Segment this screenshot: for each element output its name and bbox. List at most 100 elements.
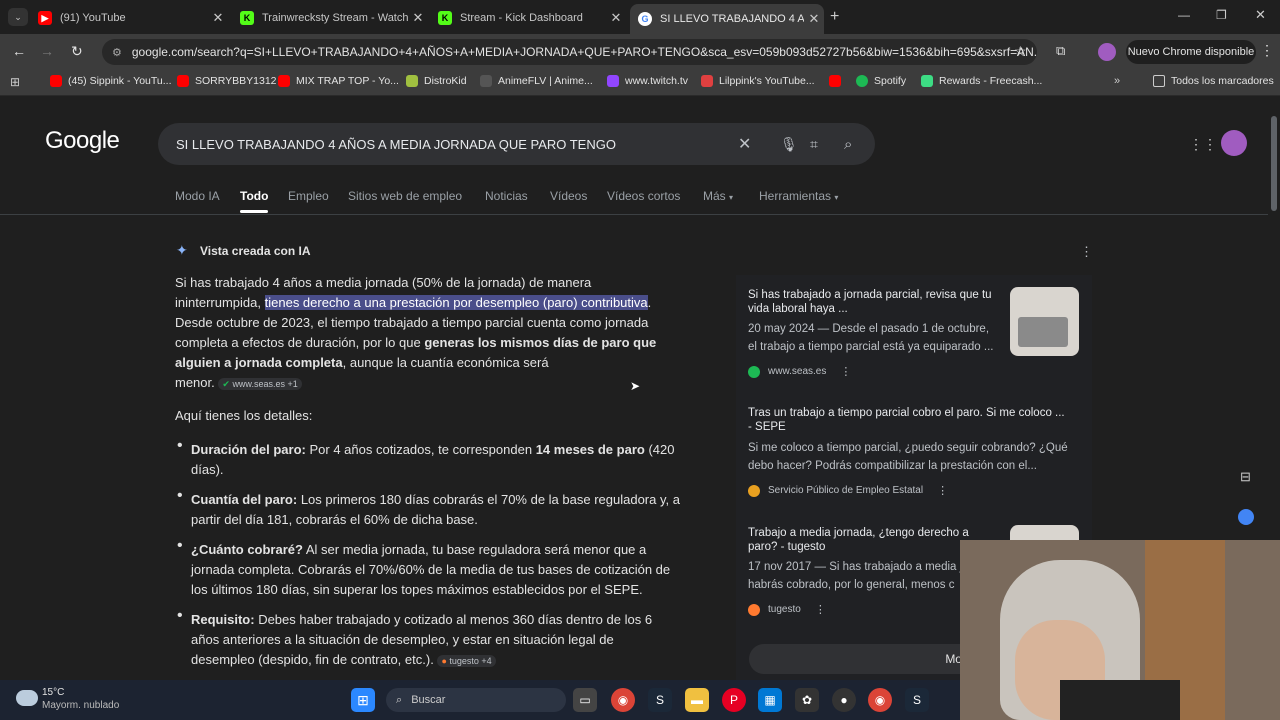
- steam-icon[interactable]: S: [648, 688, 672, 712]
- search-icon[interactable]: ⌕: [844, 136, 852, 153]
- bookmark-label: Rewards - Freecash...: [939, 75, 1043, 87]
- youtube-icon: [50, 75, 62, 87]
- tab-mas[interactable]: Más ▾: [703, 189, 733, 203]
- side-panel-icon[interactable]: ⊟: [1240, 469, 1251, 485]
- apps-icon[interactable]: ⊞: [10, 75, 20, 89]
- check-icon: ✔: [222, 379, 230, 389]
- tab-trainwrecks[interactable]: K Trainwrecksty Stream - Watch Li ✕: [232, 4, 428, 32]
- file-explorer-icon[interactable]: ▬: [685, 688, 709, 712]
- source-chip[interactable]: ● tugesto +4: [437, 655, 496, 667]
- bookmark-item[interactable]: DistroKid: [406, 75, 467, 87]
- search-box[interactable]: SI LLEVO TRABAJANDO 4 AÑOS A MEDIA JORNA…: [158, 123, 875, 165]
- close-icon[interactable]: ✕: [804, 11, 824, 27]
- extensions-icon[interactable]: ⧉: [1056, 43, 1065, 59]
- bullet: •: [177, 487, 183, 504]
- tab-noticias[interactable]: Noticias: [485, 189, 528, 203]
- source-site[interactable]: Servicio Público de Empleo Estatal ⋮: [748, 484, 948, 497]
- detail-text: Debes haber trabajado y cotizado al meno…: [258, 612, 653, 627]
- ai-paragraph-line1: Si has trabajado 4 años a media jornada …: [175, 275, 592, 290]
- tab-modo-ia[interactable]: Modo IA: [175, 189, 220, 203]
- close-icon[interactable]: ✕: [606, 10, 626, 26]
- youtube-icon: [278, 75, 290, 87]
- close-window-button[interactable]: ✕: [1255, 7, 1266, 23]
- site-info-icon[interactable]: ⚙: [112, 46, 122, 59]
- clear-icon[interactable]: ✕: [738, 134, 751, 154]
- back-icon[interactable]: ←: [12, 43, 26, 59]
- steam-icon[interactable]: S: [905, 688, 929, 712]
- scroll-thumb[interactable]: [1271, 116, 1277, 211]
- source-chip[interactable]: ✔ www.seas.es +1: [218, 378, 302, 390]
- tab-herramientas-label: Herramientas: [759, 189, 832, 203]
- microphone-icon[interactable]: 🎙: [780, 136, 798, 153]
- windows-start-icon[interactable]: ⊞: [351, 688, 375, 712]
- tab-todo[interactable]: Todo: [240, 189, 268, 203]
- taskbar-search[interactable]: ⌕ Buscar: [386, 688, 566, 712]
- store-icon[interactable]: ▦: [758, 688, 782, 712]
- chatgpt-icon[interactable]: ✿: [795, 688, 819, 712]
- bookmark-item[interactable]: MIX TRAP TOP - Yo...: [278, 75, 399, 87]
- bookmark-item[interactable]: SORRYBBY1312: [177, 75, 277, 87]
- chrome-side-icon[interactable]: [1238, 509, 1254, 525]
- menu-icon[interactable]: ⋮: [1260, 42, 1274, 59]
- forward-icon[interactable]: →: [40, 43, 54, 59]
- pinterest-icon[interactable]: P: [722, 688, 746, 712]
- bullet: •: [177, 607, 183, 624]
- tab-sitios-empleo[interactable]: Sitios web de empleo: [348, 189, 462, 203]
- tab-search-button[interactable]: ⌄: [8, 8, 28, 26]
- tab-google-search[interactable]: G SI LLEVO TRABAJANDO 4 AÑOS ✕: [630, 4, 824, 34]
- lens-icon[interactable]: ⌗: [810, 136, 818, 153]
- source-title[interactable]: Trabajo a media jornada, ¿tengo derecho …: [748, 526, 969, 554]
- reload-icon[interactable]: ↻: [71, 43, 83, 60]
- maximize-button[interactable]: ❐: [1216, 8, 1227, 22]
- source-title[interactable]: Si has trabajado a jornada parcial, revi…: [748, 288, 992, 316]
- bookmark-item[interactable]: Lilppink's YouTube...: [701, 75, 815, 87]
- tab-herramientas[interactable]: Herramientas ▾: [759, 189, 838, 203]
- task-view-icon[interactable]: ▭: [573, 688, 597, 712]
- weather-icon[interactable]: [16, 690, 38, 706]
- freecash-icon: [921, 75, 933, 87]
- more-bookmarks-icon[interactable]: »: [1114, 75, 1120, 87]
- google-apps-icon[interactable]: ⋮⋮: [1189, 136, 1217, 153]
- tab-kick-dashboard[interactable]: K Stream - Kick Dashboard ✕: [430, 4, 626, 32]
- bookmark-item[interactable]: Spotify: [856, 75, 906, 87]
- profile-avatar[interactable]: [1098, 43, 1116, 61]
- ai-more-icon[interactable]: ⋮: [1080, 244, 1093, 260]
- source-site[interactable]: tugesto ⋮: [748, 603, 826, 616]
- bookmark-label: Lilppink's YouTube...: [719, 75, 815, 87]
- ai-paragraph-line2: ininterrumpida, tienes derecho a una pre…: [175, 295, 652, 310]
- more-icon[interactable]: ⋮: [840, 365, 851, 378]
- tab-empleo[interactable]: Empleo: [288, 189, 329, 203]
- tab-strip: ⌄ ▶ (91) YouTube ✕ K Trainwrecksty Strea…: [0, 0, 1280, 34]
- source-thumbnail[interactable]: [1010, 287, 1079, 356]
- obs-icon[interactable]: ●: [832, 688, 856, 712]
- tab-videos-cortos[interactable]: Vídeos cortos: [607, 189, 680, 203]
- ai-paragraph-line3: Desde octubre de 2023, el tiempo trabaja…: [175, 315, 649, 330]
- google-logo[interactable]: Google: [45, 127, 120, 155]
- minimize-button[interactable]: —: [1178, 8, 1190, 22]
- chrome-icon[interactable]: ◉: [611, 688, 635, 712]
- source-site[interactable]: www.seas.es ⋮: [748, 365, 851, 378]
- address-bar[interactable]: ⚙ google.com/search?q=SI+LLEVO+TRABAJAND…: [102, 39, 1037, 65]
- bookmark-item[interactable]: [829, 75, 847, 87]
- tab-youtube[interactable]: ▶ (91) YouTube ✕: [30, 4, 228, 32]
- new-tab-button[interactable]: +: [830, 8, 839, 26]
- bookmark-item[interactable]: www.twitch.tv: [607, 75, 688, 87]
- more-icon[interactable]: ⋮: [815, 603, 826, 616]
- search-input[interactable]: SI LLEVO TRABAJANDO 4 AÑOS A MEDIA JORNA…: [176, 137, 736, 152]
- bookmark-item[interactable]: AnimeFLV | Anime...: [480, 75, 593, 87]
- more-icon[interactable]: ⋮: [937, 484, 948, 497]
- source-title-line: - SEPE: [748, 421, 786, 433]
- chrome-active-icon[interactable]: ◉: [868, 688, 892, 712]
- bookmark-item[interactable]: (45) Sippink - YouTu...: [50, 75, 172, 87]
- bookmark-item[interactable]: Rewards - Freecash...: [921, 75, 1042, 87]
- source-title[interactable]: Tras un trabajo a tiempo parcial cobro e…: [748, 406, 1065, 434]
- close-icon[interactable]: ✕: [208, 10, 228, 26]
- tab-videos[interactable]: Vídeos: [550, 189, 587, 203]
- ai-bold: alguien a jornada completa: [175, 355, 343, 370]
- close-icon[interactable]: ✕: [408, 10, 428, 26]
- update-chrome-button[interactable]: Nuevo Chrome disponible: [1126, 40, 1256, 64]
- account-avatar[interactable]: [1221, 130, 1247, 156]
- tab-mas-label: Más: [703, 189, 726, 203]
- all-bookmarks-folder[interactable]: Todos los marcadores: [1153, 75, 1274, 87]
- bookmark-star-icon[interactable]: ☆: [1014, 43, 1027, 60]
